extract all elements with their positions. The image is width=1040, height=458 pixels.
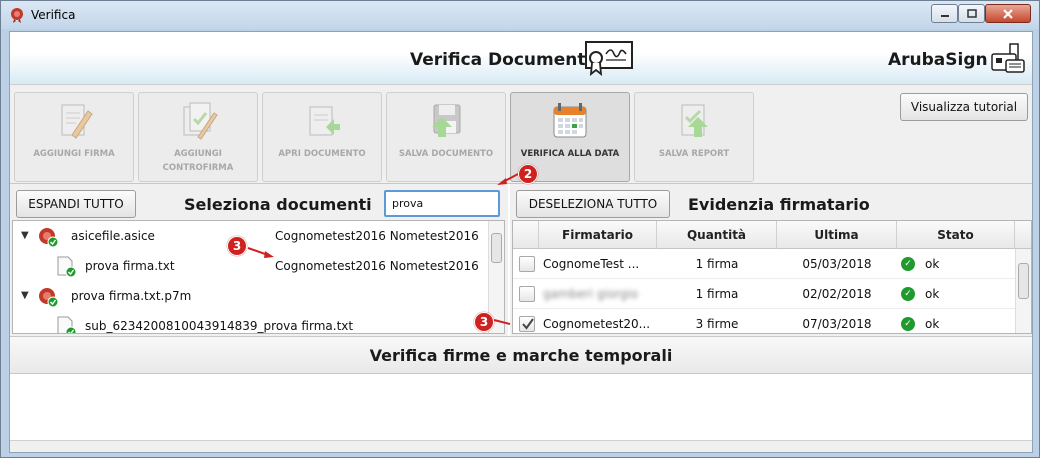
callout-badge: 2	[518, 164, 538, 184]
app-window: Verifica Verifica Documenti ArubaSign AG…	[0, 0, 1040, 458]
callout-badge: 3	[227, 236, 247, 256]
title-bar[interactable]: Verifica	[1, 1, 1039, 29]
close-button[interactable]	[985, 4, 1031, 23]
client-area: Verifica Documenti ArubaSign AGGIUNGI FI…	[9, 31, 1033, 453]
callout-badge: 3	[474, 312, 494, 332]
minimize-button[interactable]	[931, 4, 958, 23]
close-icon	[1003, 8, 1013, 19]
minimize-icon	[940, 14, 949, 17]
callout-arrows	[247, 173, 519, 325]
maximize-icon	[966, 8, 977, 18]
window-title: Verifica	[31, 8, 76, 22]
app-seal-icon	[11, 8, 23, 23]
maximize-button[interactable]	[958, 4, 985, 23]
